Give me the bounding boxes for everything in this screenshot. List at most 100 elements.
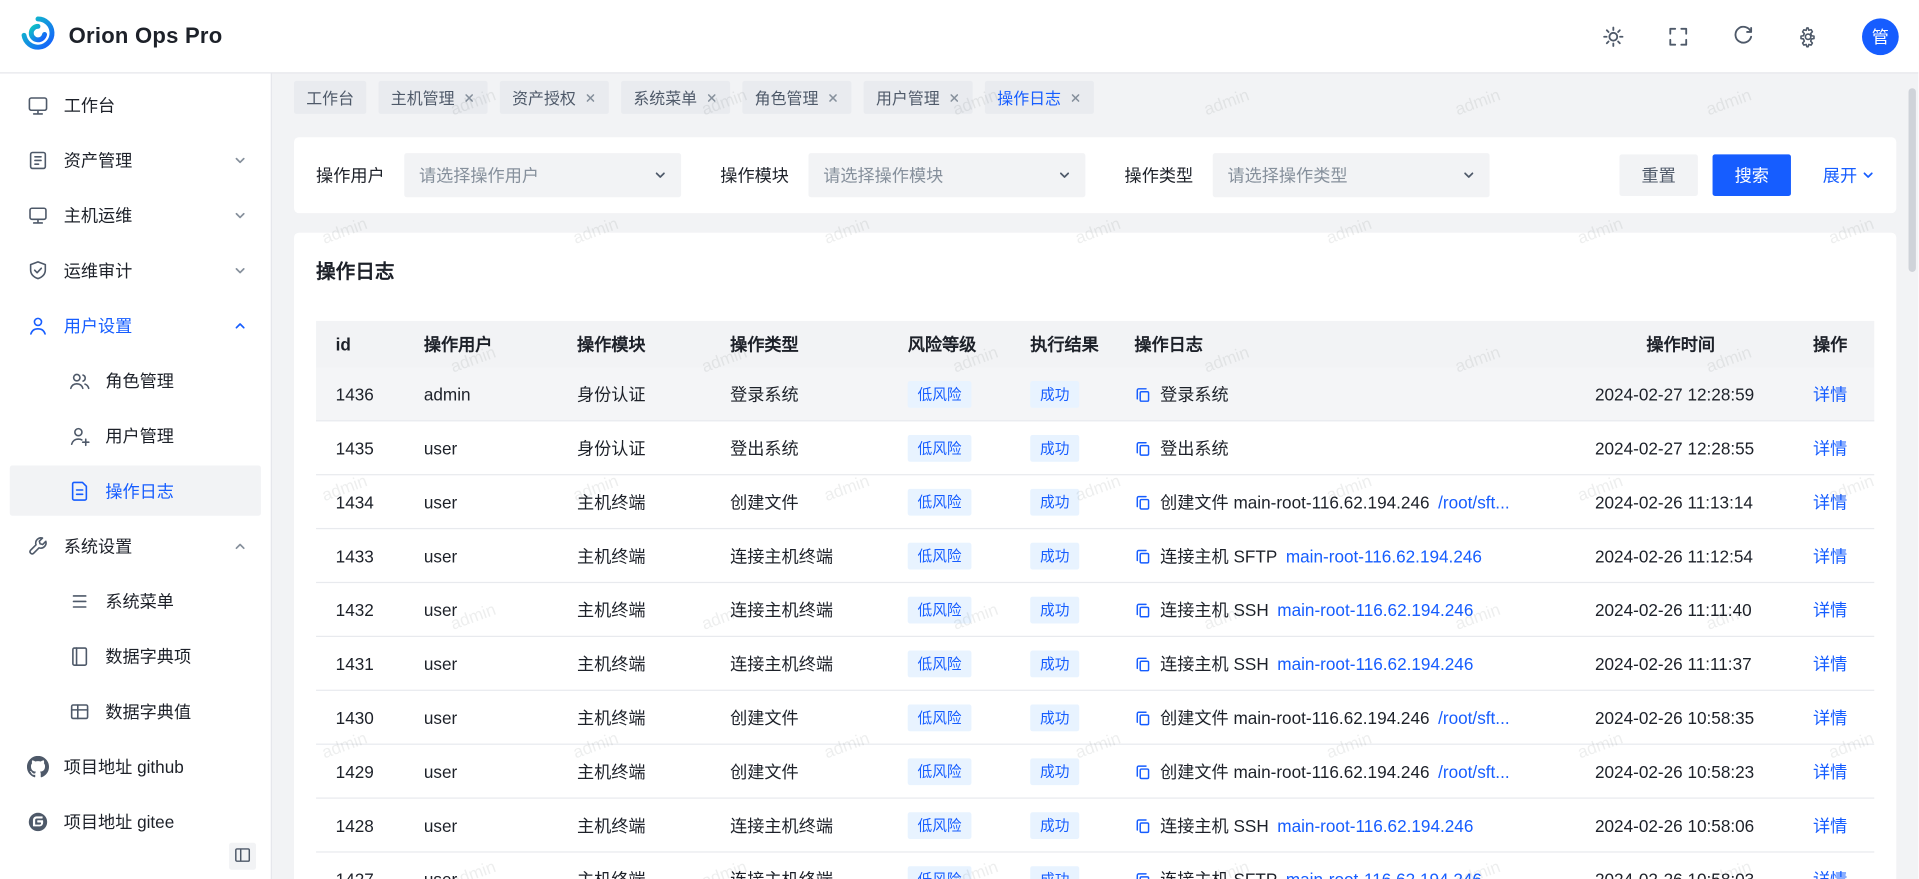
cell-risk: 低风险 <box>888 596 1011 623</box>
log-link[interactable]: main-root-116.62.194.246 <box>1286 869 1482 879</box>
sidebar-item[interactable]: 数据字典项 <box>10 631 261 681</box>
copy-icon[interactable] <box>1134 385 1151 402</box>
sidebar-item[interactable]: 用户设置 <box>10 300 261 350</box>
log-link[interactable]: main-root-116.62.194.246 <box>1286 546 1482 566</box>
sidebar-item[interactable]: 项目地址 gitee <box>10 796 261 846</box>
detail-link[interactable]: 详情 <box>1813 600 1847 620</box>
filter-select-2[interactable]: 请选择操作类型 <box>1213 153 1490 197</box>
copy-icon[interactable] <box>1134 763 1151 780</box>
detail-link[interactable]: 详情 <box>1813 761 1847 781</box>
chevron-up-icon <box>234 540 246 552</box>
log-link[interactable]: /root/sft... <box>1438 492 1509 512</box>
copy-icon[interactable] <box>1134 816 1151 833</box>
sidebar-collapse-button[interactable] <box>229 843 256 870</box>
table-row[interactable]: 1428 user 主机终端 连接主机终端 低风险 成功 连接主机 SSH ma… <box>316 799 1874 853</box>
tab-close-icon[interactable] <box>948 91 960 103</box>
table-row[interactable]: 1427 user 主机终端 连接主机终端 低风险 成功 连接主机 SFTP m… <box>316 853 1874 879</box>
sidebar-item[interactable]: 操作日志 <box>10 466 261 516</box>
sidebar-item[interactable]: 用户管理 <box>10 410 261 460</box>
detail-link[interactable]: 详情 <box>1813 438 1847 458</box>
user-avatar[interactable]: 管 <box>1862 18 1899 55</box>
table-row[interactable]: 1432 user 主机终端 连接主机终端 低风险 成功 连接主机 SSH ma… <box>316 583 1874 637</box>
tab[interactable]: 工作台 <box>294 81 366 114</box>
detail-link[interactable]: 详情 <box>1813 654 1847 674</box>
copy-icon[interactable] <box>1134 493 1151 510</box>
tab-bar: 工作台 主机管理 资产授权 系统菜单 角色管理 用户管理 操作日志 <box>272 74 1918 138</box>
tab-close-icon[interactable] <box>827 91 839 103</box>
cell-user: admin <box>404 384 557 404</box>
expand-toggle[interactable]: 展开 <box>1823 163 1874 188</box>
copy-icon[interactable] <box>1134 439 1151 456</box>
sidebar-item[interactable]: 项目地址 github <box>10 741 261 791</box>
tab[interactable]: 用户管理 <box>864 81 973 114</box>
cell-result: 成功 <box>1011 812 1115 839</box>
sidebar-item-label: 用户设置 <box>64 313 234 338</box>
sidebar-item[interactable]: 工作台 <box>10 80 261 130</box>
copy-icon[interactable] <box>1134 655 1151 672</box>
table-row[interactable]: 1430 user 主机终端 创建文件 低风险 成功 创建文件 main-roo… <box>316 691 1874 745</box>
chevron-down-icon <box>654 169 666 181</box>
scrollbar-thumb[interactable] <box>1909 88 1916 272</box>
detail-link[interactable]: 详情 <box>1813 492 1847 512</box>
sidebar-item[interactable]: 运维审计 <box>10 245 261 295</box>
cell-result: 成功 <box>1011 865 1115 879</box>
sidebar-item[interactable]: 主机运维 <box>10 190 261 240</box>
tab[interactable]: 角色管理 <box>742 81 851 114</box>
tab-close-icon[interactable] <box>463 91 475 103</box>
tab-label: 工作台 <box>306 86 354 109</box>
select-placeholder: 请选择操作类型 <box>1227 163 1462 188</box>
log-link[interactable]: main-root-116.62.194.246 <box>1277 654 1473 674</box>
detail-link[interactable]: 详情 <box>1813 707 1847 727</box>
table-row[interactable]: 1429 user 主机终端 创建文件 低风险 成功 创建文件 main-roo… <box>316 745 1874 799</box>
filter-select-0[interactable]: 请选择操作用户 <box>404 153 681 197</box>
cell-risk: 低风险 <box>888 650 1011 677</box>
search-button[interactable]: 搜索 <box>1713 154 1791 196</box>
tab-close-icon[interactable] <box>1070 91 1082 103</box>
tab[interactable]: 主机管理 <box>379 81 488 114</box>
tab-close-icon[interactable] <box>706 91 718 103</box>
cell-time: 2024-02-26 10:58:06 <box>1575 815 1786 835</box>
log-link[interactable]: main-root-116.62.194.246 <box>1277 815 1473 835</box>
table-row[interactable]: 1431 user 主机终端 连接主机终端 低风险 成功 连接主机 SSH ma… <box>316 637 1874 691</box>
risk-badge: 低风险 <box>908 434 972 461</box>
cell-id: 1432 <box>316 600 404 620</box>
tab[interactable]: 系统菜单 <box>621 81 730 114</box>
detail-link[interactable]: 详情 <box>1813 815 1847 835</box>
sidebar-item[interactable]: 系统菜单 <box>10 576 261 626</box>
select-placeholder: 请选择操作用户 <box>419 163 654 188</box>
result-badge: 成功 <box>1030 865 1079 879</box>
table-row[interactable]: 1433 user 主机终端 连接主机终端 低风险 成功 连接主机 SFTP m… <box>316 529 1874 583</box>
copy-icon[interactable] <box>1134 601 1151 618</box>
cell-time: 2024-02-26 11:11:37 <box>1575 654 1786 674</box>
fullscreen-icon[interactable] <box>1667 25 1689 47</box>
reset-button[interactable]: 重置 <box>1619 154 1697 196</box>
sidebar-item[interactable]: 资产管理 <box>10 135 261 185</box>
detail-link[interactable]: 详情 <box>1813 546 1847 566</box>
sidebar-item[interactable]: 系统设置 <box>10 521 261 571</box>
copy-icon[interactable] <box>1134 709 1151 726</box>
tab-label: 操作日志 <box>997 86 1061 109</box>
log-link[interactable]: main-root-116.62.194.246 <box>1277 600 1473 620</box>
copy-icon[interactable] <box>1134 870 1151 879</box>
tab[interactable]: 资产授权 <box>500 81 609 114</box>
tab-close-icon[interactable] <box>584 91 596 103</box>
cell-time: 2024-02-26 10:58:03 <box>1575 869 1786 879</box>
result-badge: 成功 <box>1030 380 1079 407</box>
settings-icon[interactable] <box>1797 25 1819 47</box>
vertical-scrollbar[interactable] <box>1909 76 1916 877</box>
tab[interactable]: 操作日志 <box>985 81 1094 114</box>
table-row[interactable]: 1434 user 主机终端 创建文件 低风险 成功 创建文件 main-roo… <box>316 475 1874 529</box>
refresh-icon[interactable] <box>1732 25 1754 47</box>
theme-toggle-icon[interactable] <box>1602 25 1624 47</box>
filter-select-1[interactable]: 请选择操作模块 <box>809 153 1086 197</box>
table-row[interactable]: 1435 user 身份认证 登出系统 低风险 成功 登出系统 2024-02-… <box>316 421 1874 475</box>
log-link[interactable]: /root/sft... <box>1438 707 1509 727</box>
copy-icon[interactable] <box>1134 547 1151 564</box>
detail-link[interactable]: 详情 <box>1813 384 1847 404</box>
log-link[interactable]: /root/sft... <box>1438 761 1509 781</box>
sidebar-item[interactable]: 角色管理 <box>10 355 261 405</box>
table-row[interactable]: 1436 admin 身份认证 登录系统 低风险 成功 登录系统 2024-02… <box>316 368 1874 422</box>
risk-badge: 低风险 <box>908 380 972 407</box>
sidebar-item[interactable]: 数据字典值 <box>10 686 261 736</box>
detail-link[interactable]: 详情 <box>1813 869 1847 879</box>
